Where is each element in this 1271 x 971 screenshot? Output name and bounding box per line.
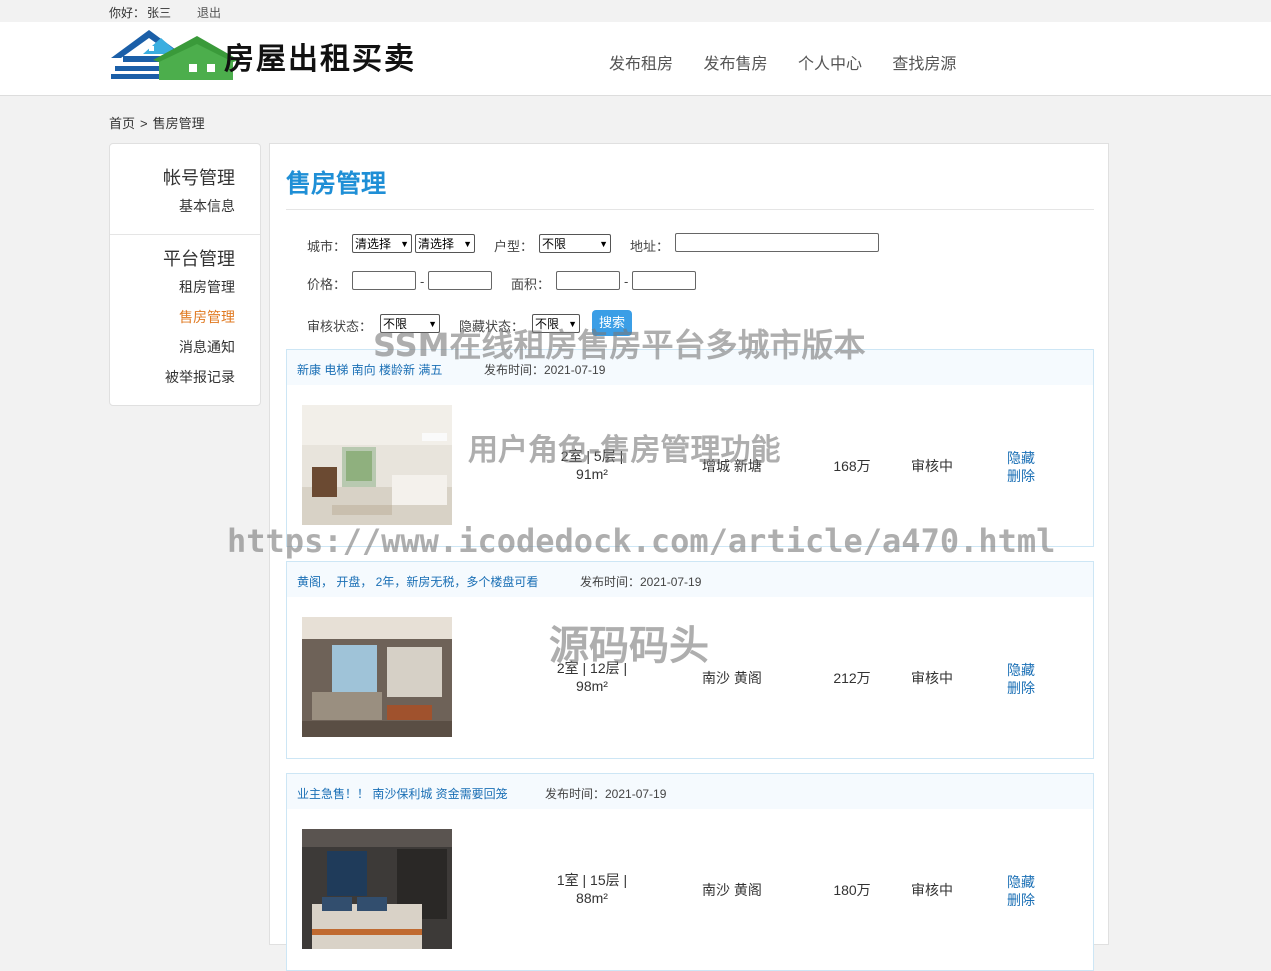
city-label: 城市： bbox=[307, 239, 347, 254]
delete-link[interactable]: 删除 bbox=[1007, 466, 1035, 486]
chevron-down-icon: ▼ bbox=[400, 238, 409, 249]
sidebar-group-account: 帐号管理 bbox=[163, 168, 235, 188]
chevron-down-icon: ▼ bbox=[463, 238, 472, 249]
page-title: 售房管理 bbox=[286, 170, 387, 198]
sidebar-group-platform: 平台管理 bbox=[163, 249, 235, 269]
hidden-status-select[interactable]: 不限 ▼ bbox=[532, 314, 580, 333]
main-panel: 售房管理 城市： 清选择 ▼ 清选择 ▼ 户型： 不限 ▼ 地址： 价格： - 面积：… bbox=[269, 143, 1109, 971]
price-label: 价格： bbox=[307, 277, 347, 292]
nav-find-house[interactable]: 查找房源 bbox=[892, 56, 956, 73]
listing-date: 发布时间：2021-07-19 bbox=[580, 575, 702, 589]
chevron-down-icon: ▼ bbox=[568, 318, 577, 329]
title-divider bbox=[286, 209, 1094, 210]
sidebar-divider bbox=[110, 234, 260, 235]
listing-layout: 1室 | 15层 | 88m² bbox=[542, 871, 642, 907]
listing-card: 新康 电梯 南向 楼龄新 满五 发布时间：2021-07-19 2室 | 5层 … bbox=[286, 349, 1094, 547]
site-header: 房屋出租买卖 发布租房 发布售房 个人中心 查找房源 bbox=[0, 22, 1271, 96]
breadcrumb-separator: > bbox=[140, 116, 148, 131]
top-bar: 你好： 张三 退出 bbox=[0, 0, 1271, 22]
city-select[interactable]: 清选择 ▼ bbox=[352, 234, 412, 253]
greeting: 你好： 张三 bbox=[109, 4, 171, 21]
listing-title[interactable]: 业主急售！！ 南沙保利城 资金需要回笼 bbox=[297, 785, 508, 802]
layout-select-value: 不限 bbox=[542, 237, 567, 251]
hidden-status-label: 隐藏状态： bbox=[459, 319, 525, 334]
nav-publish-sale[interactable]: 发布售房 bbox=[703, 56, 767, 73]
breadcrumb-home[interactable]: 首页 bbox=[109, 116, 135, 131]
username[interactable]: 张三 bbox=[147, 6, 171, 20]
area-min-input[interactable] bbox=[556, 271, 620, 290]
listing-layout-rooms-floor: 2室 | 5层 | bbox=[560, 448, 624, 464]
listing-photo[interactable] bbox=[302, 405, 452, 525]
district-select[interactable]: 清选择 ▼ bbox=[415, 234, 475, 253]
nav-personal-center[interactable]: 个人中心 bbox=[798, 56, 862, 73]
hide-link[interactable]: 隐藏 bbox=[1007, 872, 1035, 892]
delete-link[interactable]: 删除 bbox=[1007, 678, 1035, 698]
price-range-dash: - bbox=[420, 274, 425, 289]
listing-photo[interactable] bbox=[302, 617, 452, 737]
layout-select[interactable]: 不限 ▼ bbox=[539, 234, 611, 253]
area-label: 面积： bbox=[511, 277, 551, 292]
sidebar-item-notifications[interactable]: 消息通知 bbox=[179, 337, 235, 357]
listing-header: 业主急售！！ 南沙保利城 资金需要回笼 发布时间：2021-07-19 bbox=[287, 774, 1093, 809]
audit-status-value: 不限 bbox=[383, 317, 408, 331]
main-nav: 发布租房 发布售房 个人中心 查找房源 bbox=[609, 50, 982, 74]
sidebar-item-reports[interactable]: 被举报记录 bbox=[165, 367, 235, 387]
listing-layout-area: 88m² bbox=[576, 890, 608, 906]
listing-layout-rooms-floor: 2室 | 12层 | bbox=[556, 660, 628, 676]
logout-link[interactable]: 退出 bbox=[197, 4, 221, 21]
address-label: 地址： bbox=[630, 239, 670, 254]
listing-layout-area: 91m² bbox=[576, 466, 608, 482]
sidebar-item-sale-management[interactable]: 售房管理 bbox=[179, 307, 235, 327]
listing-status: 审核中 bbox=[911, 882, 953, 898]
listing-date: 发布时间：2021-07-19 bbox=[484, 363, 606, 377]
site-title: 房屋出租买卖 bbox=[224, 42, 416, 77]
city-select-value: 清选择 bbox=[355, 237, 392, 251]
nav-publish-rent[interactable]: 发布租房 bbox=[609, 56, 673, 73]
listing-price: 180万 bbox=[833, 882, 871, 898]
audit-status-select[interactable]: 不限 ▼ bbox=[380, 314, 440, 333]
listing-photo[interactable] bbox=[302, 829, 452, 949]
hide-link[interactable]: 隐藏 bbox=[1007, 448, 1035, 468]
listing-header: 新康 电梯 南向 楼龄新 满五 发布时间：2021-07-19 bbox=[287, 350, 1093, 385]
sidebar-item-rent-management[interactable]: 租房管理 bbox=[179, 277, 235, 297]
listing-address: 南沙 黄阁 bbox=[702, 670, 762, 686]
breadcrumb-current: 售房管理 bbox=[152, 116, 205, 131]
listing-card: 黄阁， 开盘， 2年，新房无税，多个楼盘可看 发布时间：2021-07-19 2… bbox=[286, 561, 1094, 759]
house-logo-icon[interactable] bbox=[109, 28, 239, 84]
listing-status: 审核中 bbox=[911, 670, 953, 686]
sidebar-item-basic-info[interactable]: 基本信息 bbox=[179, 196, 235, 216]
chevron-down-icon: ▼ bbox=[599, 238, 608, 249]
sidebar: 帐号管理 基本信息 平台管理 租房管理 售房管理 消息通知 被举报记录 bbox=[109, 143, 261, 406]
listing-header: 黄阁， 开盘， 2年，新房无税，多个楼盘可看 发布时间：2021-07-19 bbox=[287, 562, 1093, 597]
district-select-value: 清选择 bbox=[418, 237, 455, 251]
delete-link[interactable]: 删除 bbox=[1007, 890, 1035, 910]
layout-label: 户型： bbox=[494, 239, 534, 254]
search-button[interactable]: 搜索 bbox=[592, 310, 632, 336]
listing-price: 212万 bbox=[833, 670, 871, 686]
hidden-status-value: 不限 bbox=[535, 317, 560, 331]
listing-price: 168万 bbox=[833, 458, 871, 474]
listing-layout: 2室 | 12层 | 98m² bbox=[542, 659, 642, 695]
listing-title[interactable]: 新康 电梯 南向 楼龄新 满五 bbox=[297, 361, 442, 378]
hide-link[interactable]: 隐藏 bbox=[1007, 660, 1035, 680]
address-input[interactable] bbox=[675, 233, 879, 252]
listing-layout-area: 98m² bbox=[576, 678, 608, 694]
price-min-input[interactable] bbox=[352, 271, 416, 290]
greeting-label: 你好： bbox=[109, 6, 146, 20]
audit-status-label: 审核状态： bbox=[307, 319, 373, 334]
price-max-input[interactable] bbox=[428, 271, 492, 290]
listing-title[interactable]: 黄阁， 开盘， 2年，新房无税，多个楼盘可看 bbox=[297, 573, 538, 590]
breadcrumb: 首页 > 售房管理 bbox=[109, 113, 205, 132]
area-max-input[interactable] bbox=[632, 271, 696, 290]
listing-layout-rooms-floor: 1室 | 15层 | bbox=[556, 872, 628, 888]
chevron-down-icon: ▼ bbox=[428, 318, 437, 329]
area-range-dash: - bbox=[624, 274, 629, 289]
listing-card: 业主急售！！ 南沙保利城 资金需要回笼 发布时间：2021-07-19 1室 |… bbox=[286, 773, 1094, 971]
listing-address: 南沙 黄阁 bbox=[702, 882, 762, 898]
listing-date: 发布时间：2021-07-19 bbox=[545, 787, 667, 801]
listing-status: 审核中 bbox=[911, 458, 953, 474]
listing-address: 增城 新塘 bbox=[702, 458, 762, 474]
listing-layout: 2室 | 5层 | 91m² bbox=[542, 447, 642, 483]
